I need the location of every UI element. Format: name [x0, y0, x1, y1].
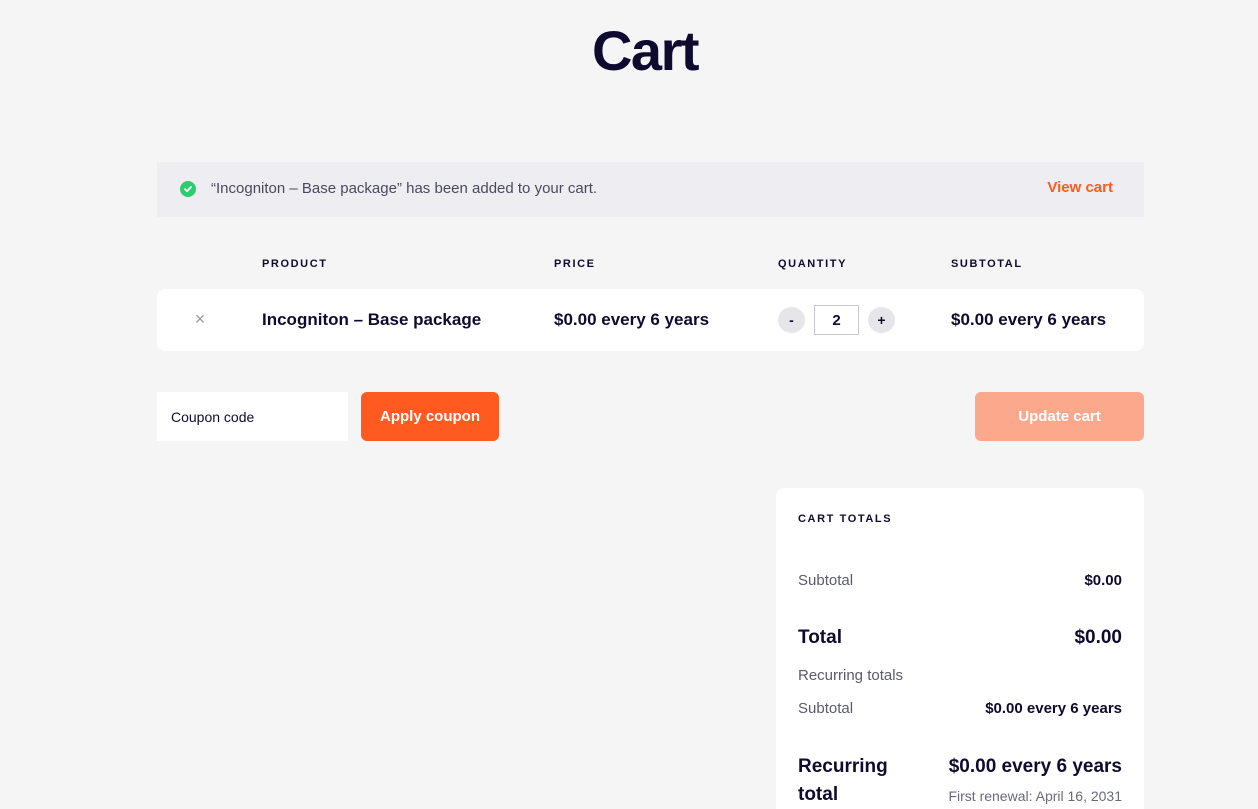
first-renewal-date: First renewal: April 16, 2031 — [948, 788, 1122, 804]
cart-totals-heading: CART TOTALS — [798, 513, 893, 525]
column-header-price: PRICE — [554, 258, 596, 270]
subtotal-value: $0.00 — [1084, 572, 1122, 589]
column-header-subtotal: SUBTOTAL — [951, 258, 1023, 270]
page-title: Cart — [591, 19, 700, 82]
recurring-subtotal-value: $0.00 every 6 years — [985, 700, 1122, 717]
column-header-quantity: QUANTITY — [778, 258, 848, 270]
coupon-code-input[interactable] — [157, 392, 348, 441]
check-circle-icon — [180, 181, 196, 197]
recurring-subtotal-label: Subtotal — [798, 700, 854, 717]
quantity-decrease-button[interactable]: - — [778, 307, 805, 333]
total-label: Total — [798, 627, 842, 648]
cart-item-row: × Incogniton – Base package $0.00 every … — [157, 289, 1144, 351]
product-name[interactable]: Incogniton – Base package — [262, 310, 481, 330]
update-cart-button[interactable]: Update cart — [975, 392, 1144, 441]
recurring-totals-heading: Recurring totals — [798, 667, 904, 684]
product-subtotal: $0.00 every 6 years — [951, 310, 1107, 329]
recurring-total-value: $0.00 every 6 years — [948, 756, 1122, 777]
quantity-input[interactable] — [814, 305, 859, 335]
subtotal-label: Subtotal — [798, 572, 854, 589]
cart-page: Cart “Incogniton – Base package” has bee… — [0, 0, 1258, 809]
notice-message: “Incogniton – Base package” has been add… — [211, 180, 598, 197]
remove-item-icon[interactable]: × — [193, 309, 207, 329]
cart-notice: “Incogniton – Base package” has been add… — [157, 162, 1144, 217]
quantity-increase-button[interactable]: + — [868, 307, 895, 333]
product-price: $0.00 every 6 years — [554, 310, 710, 329]
recurring-total-label-line-2: total — [798, 784, 839, 805]
total-value: $0.00 — [1074, 627, 1122, 648]
column-header-product: PRODUCT — [262, 258, 328, 270]
recurring-total-label-line-1: Recurring — [798, 756, 888, 777]
apply-coupon-button[interactable]: Apply coupon — [361, 392, 499, 441]
view-cart-link[interactable]: View cart — [1047, 179, 1113, 196]
cart-totals-panel: CART TOTALS Subtotal $0.00 Total $0.00 R… — [776, 488, 1144, 809]
